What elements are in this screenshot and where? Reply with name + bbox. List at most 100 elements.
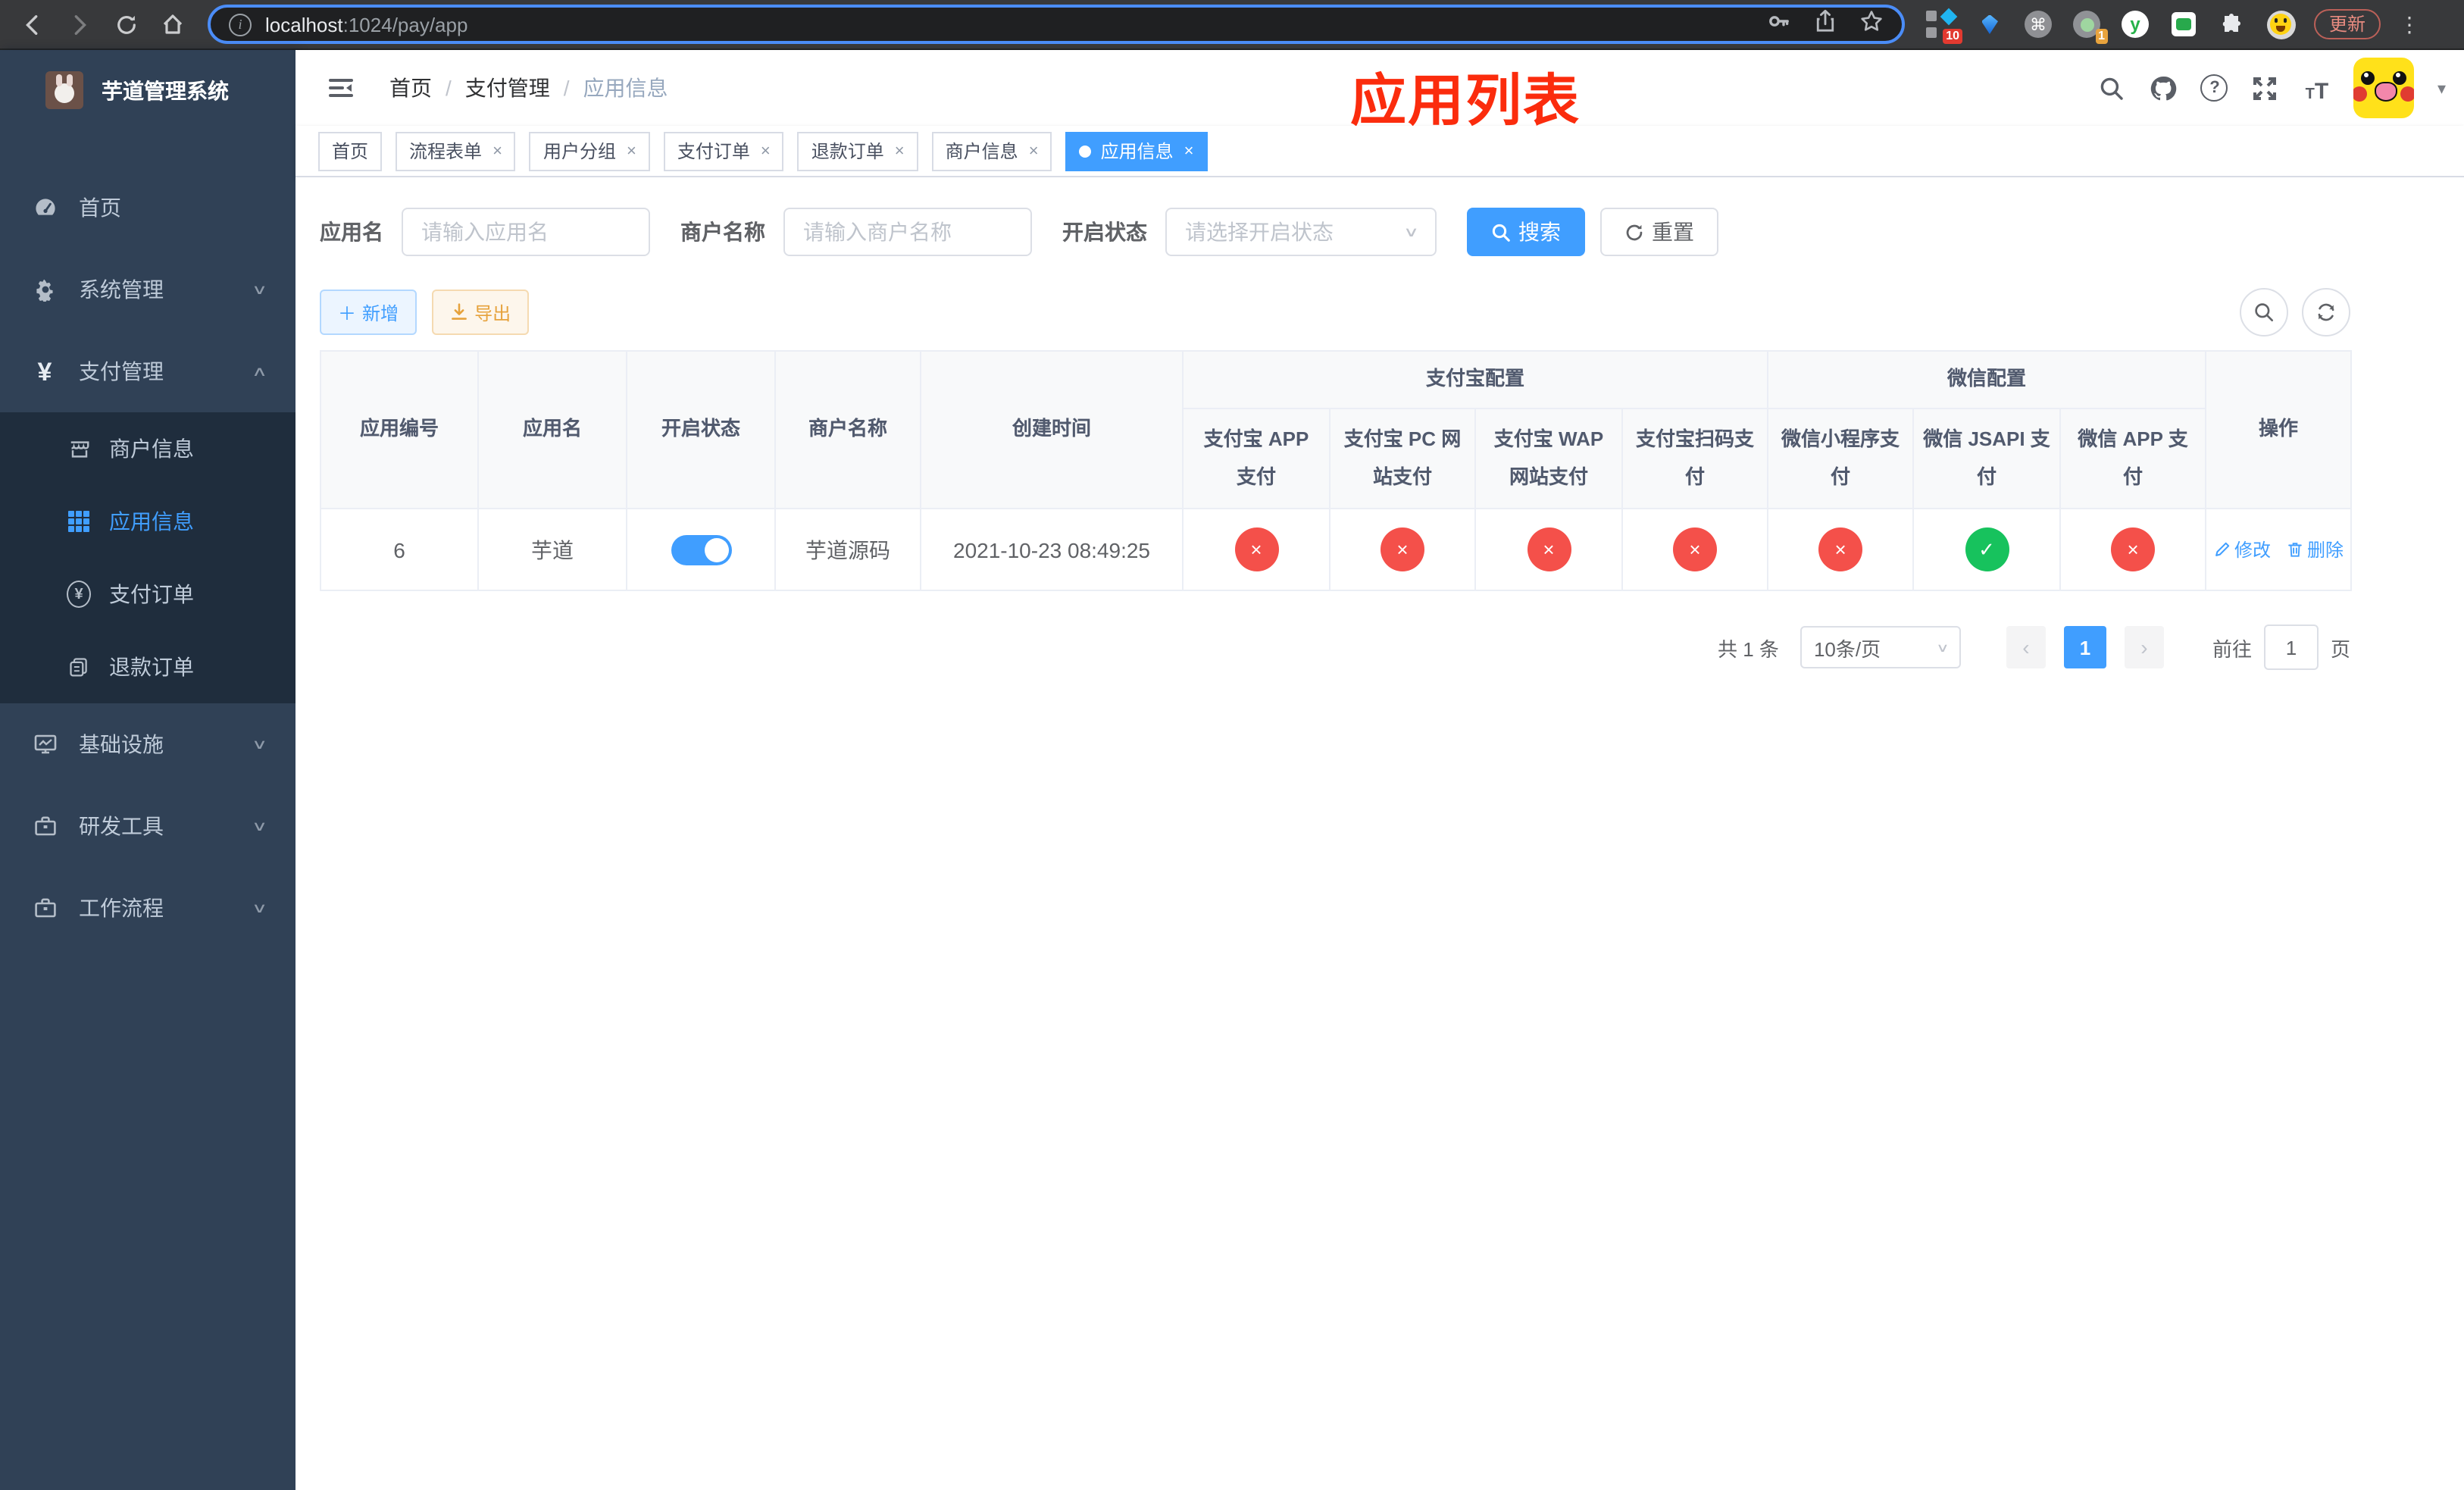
close-icon[interactable]: × [761, 142, 771, 160]
store-icon [67, 437, 91, 461]
cell-alipay-pc: × [1329, 508, 1476, 591]
table-toolbar: ＋ 新增 导出 [320, 288, 2350, 337]
browser-toolbar: i localhost:1024/pay/app 10 ⌘ 1 y 更新 ⋮ [0, 0, 2464, 50]
reset-button[interactable]: 重置 [1600, 208, 1718, 256]
close-icon[interactable]: × [627, 142, 636, 160]
tab-merchant-info[interactable]: 商户信息 × [931, 131, 1052, 171]
edit-icon [2215, 542, 2229, 556]
page-size-select[interactable]: 10条/页 ∨ [1800, 626, 1961, 668]
site-info-icon[interactable]: i [229, 13, 252, 36]
goto-page-input[interactable] [2263, 624, 2319, 670]
export-button[interactable]: 导出 [432, 290, 530, 335]
sidebar-item-workflow[interactable]: 工作流程 ∨ [0, 867, 295, 949]
sidebar-item-pay-order[interactable]: ¥ 支付订单 [0, 558, 295, 631]
chevron-down-icon: ∨ [252, 900, 268, 915]
prev-page-button[interactable]: ‹ [2006, 626, 2046, 668]
reload-icon[interactable] [111, 9, 141, 39]
extension-y-icon[interactable]: y [2120, 9, 2150, 39]
close-icon[interactable]: × [1029, 142, 1039, 160]
pay-submenu: 商户信息 应用信息 ¥ 支付订单 退款订单 [0, 412, 295, 703]
cell-wechat-mini: × [1767, 508, 1915, 591]
sidebar-item-label: 支付管理 [79, 359, 164, 383]
sidebar-item-system[interactable]: 系统管理 ∨ [0, 249, 295, 330]
user-avatar[interactable] [2353, 58, 2415, 118]
breadcrumb-pay[interactable]: 支付管理 [465, 73, 550, 103]
help-icon[interactable]: ? [2200, 74, 2228, 102]
sidebar-item-app[interactable]: 应用信息 [0, 485, 295, 558]
refresh-button[interactable] [2302, 288, 2350, 337]
search-icon[interactable] [2098, 74, 2127, 102]
back-icon[interactable] [17, 9, 47, 39]
font-size-icon[interactable]: TT [2303, 74, 2331, 102]
sidebar-item-infra[interactable]: 基础设施 ∨ [0, 703, 295, 785]
hamburger-icon[interactable] [326, 73, 356, 103]
bookmark-star-icon[interactable] [1859, 8, 1884, 40]
home-icon[interactable] [158, 9, 188, 39]
chevron-down-icon: ∨ [1403, 224, 1420, 239]
sidebar-item-refund-order[interactable]: 退款订单 [0, 631, 295, 703]
browser-menu-icon[interactable]: ⋮ [2399, 11, 2420, 37]
chevron-up-icon: ∧ [252, 363, 268, 378]
col-alipay-app: 支付宝 APP 支付 [1182, 408, 1330, 509]
sidebar-item-merchant[interactable]: 商户信息 [0, 412, 295, 485]
next-page-button[interactable]: › [2124, 626, 2164, 668]
app-logo[interactable]: 芋道管理系统 [0, 50, 295, 124]
app-name-input[interactable] [402, 208, 650, 256]
sidebar: 芋道管理系统 首页 系统管理 ∨ ¥ 支付管理 ∧ 商户信息 应用信息 ¥ 支付… [0, 50, 295, 1490]
document-icon [67, 655, 91, 679]
breadcrumb-home[interactable]: 首页 [389, 73, 432, 103]
merchant-name-input[interactable] [783, 208, 1032, 256]
monitor-chart-icon [32, 731, 58, 757]
close-icon[interactable]: × [1184, 142, 1194, 160]
delete-button[interactable]: 删除 [2286, 537, 2344, 562]
sidebar-item-label: 系统管理 [79, 277, 164, 302]
plus-icon: ＋ [338, 302, 357, 324]
fullscreen-icon[interactable] [2251, 74, 2280, 102]
tab-pay-order[interactable]: 支付订单 × [663, 131, 784, 171]
tab-refund-order[interactable]: 退款订单 × [797, 131, 918, 171]
edit-button[interactable]: 修改 [2213, 537, 2271, 562]
cell-alipay-wap: × [1474, 508, 1623, 591]
password-key-icon[interactable] [1767, 8, 1791, 40]
sidebar-item-label: 支付订单 [109, 582, 194, 606]
address-bar[interactable]: i localhost:1024/pay/app [208, 5, 1905, 44]
sidebar-item-pay[interactable]: ¥ 支付管理 ∧ [0, 330, 295, 412]
close-icon[interactable]: × [492, 142, 502, 160]
sidebar-item-label: 应用信息 [109, 509, 194, 534]
status-select[interactable]: 请选择开启状态 ∨ [1165, 208, 1437, 256]
forward-icon[interactable] [64, 9, 94, 39]
profile-avatar-icon[interactable] [2265, 9, 2296, 39]
extension-dice-icon[interactable]: 10 [1926, 8, 1962, 44]
extension-chat-icon[interactable] [2169, 9, 2199, 39]
share-icon[interactable] [1814, 8, 1837, 40]
tab-app-info[interactable]: 应用信息 × [1065, 131, 1208, 171]
cell-app-id: 6 [320, 508, 479, 591]
sidebar-item-devtools[interactable]: 研发工具 ∨ [0, 785, 295, 867]
extension-command-icon[interactable]: ⌘ [2023, 9, 2053, 39]
avatar-caret-icon[interactable]: ▾ [2437, 78, 2446, 98]
tab-home[interactable]: 首页 [318, 131, 383, 171]
col-alipay-qr: 支付宝扫码支付 [1621, 408, 1769, 509]
extension-recorder-icon[interactable]: 1 [2072, 9, 2108, 44]
search-button[interactable]: 搜索 [1467, 208, 1585, 256]
toggle-search-button[interactable] [2240, 288, 2288, 337]
chevron-down-icon: ∨ [252, 818, 268, 833]
tab-user-group[interactable]: 用户分组 × [529, 131, 650, 171]
col-created: 创建时间 [920, 350, 1184, 509]
extensions-puzzle-icon[interactable] [2217, 9, 2247, 39]
sidebar-item-label: 基础设施 [79, 732, 164, 756]
tab-process-form[interactable]: 流程表单 × [396, 131, 516, 171]
col-group-wechat: 微信配置 [1767, 350, 2207, 409]
merchant-name-label: 商户名称 [680, 220, 765, 244]
tab-label: 用户分组 [543, 141, 616, 162]
update-button[interactable]: 更新 [2314, 9, 2381, 39]
close-icon[interactable]: × [895, 142, 905, 160]
sidebar-item-home[interactable]: 首页 [0, 167, 295, 249]
status-toggle[interactable] [671, 534, 731, 565]
github-icon[interactable] [2150, 74, 2178, 102]
extension-gem-icon[interactable] [1975, 9, 2005, 39]
page-number-active[interactable]: 1 [2063, 626, 2106, 668]
extensions-area: 10 ⌘ 1 y 更新 ⋮ [1926, 8, 2432, 44]
add-button[interactable]: ＋ 新增 [320, 290, 417, 335]
status-cross-icon: × [2111, 527, 2156, 571]
